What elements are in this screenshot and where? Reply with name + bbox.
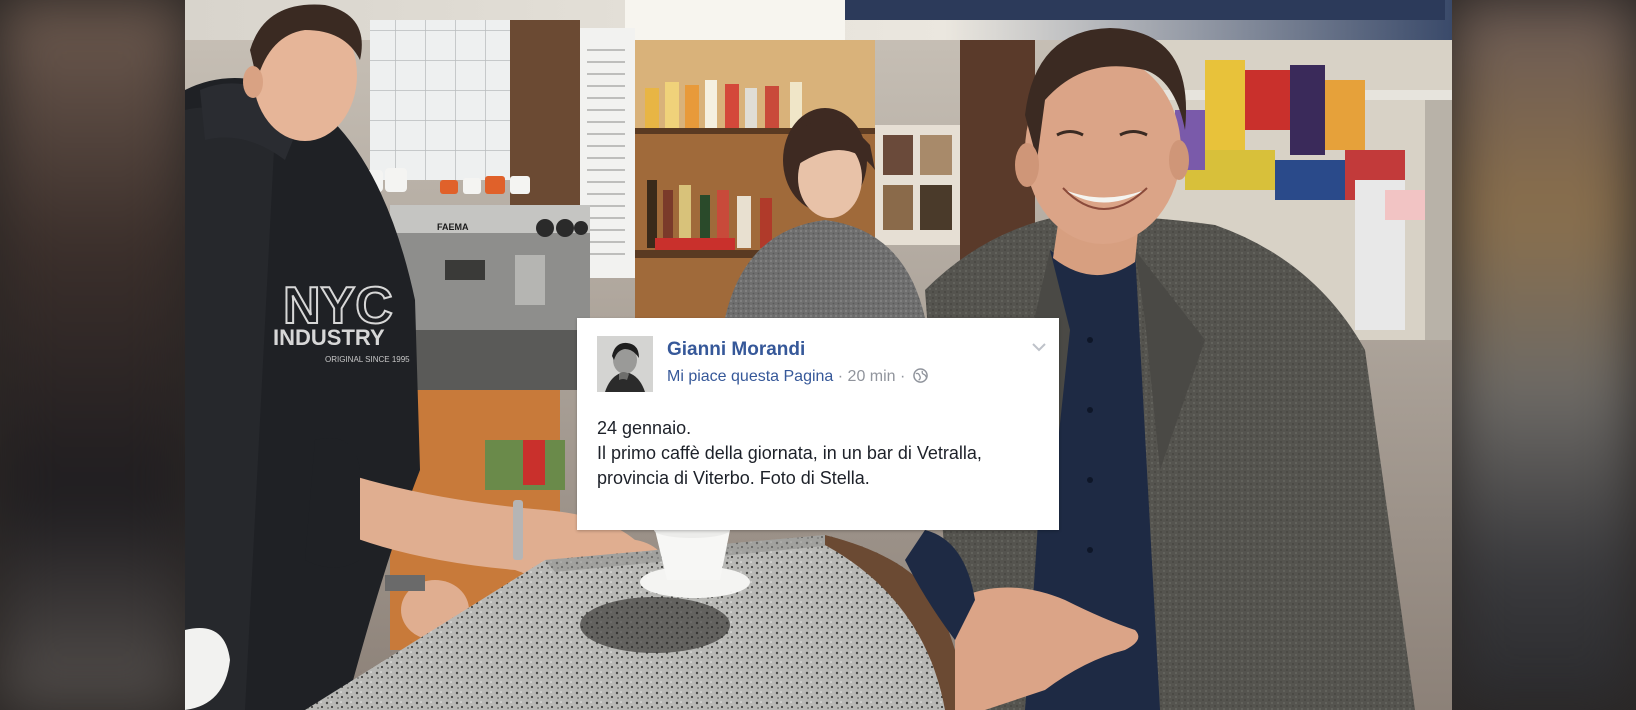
- avatar-portrait-icon: [597, 336, 653, 392]
- post-line: provincia di Viterbo. Foto di Stella.: [597, 468, 870, 488]
- like-page-link[interactable]: Mi piace questa Pagina: [667, 368, 833, 385]
- meta-separator: ·: [895, 368, 910, 385]
- author-avatar[interactable]: [597, 336, 653, 392]
- facebook-post-card: Gianni Morandi Mi piace questa Pagina · …: [577, 318, 1059, 530]
- post-meta: Mi piace questa Pagina · 20 min ·: [667, 368, 928, 388]
- blurred-right-panel: [1452, 0, 1636, 710]
- machine-brand: FAEMA: [437, 222, 469, 232]
- post-timestamp[interactable]: 20 min: [848, 368, 896, 385]
- post-line: 24 gennaio.: [597, 418, 692, 438]
- post-line: Il primo caffè della giornata, in un bar…: [597, 443, 982, 463]
- chevron-down-icon[interactable]: [1031, 340, 1047, 358]
- author-name-link[interactable]: Gianni Morandi: [667, 339, 805, 361]
- sweater-text-small: ORIGINAL SINCE 1995: [325, 355, 410, 364]
- meta-separator: ·: [833, 368, 848, 385]
- post-body: 24 gennaio. Il primo caffè della giornat…: [597, 416, 1047, 491]
- sweater-text-industry: INDUSTRY: [273, 325, 385, 350]
- blurred-left-panel: [0, 0, 185, 710]
- globe-icon[interactable]: [912, 368, 928, 388]
